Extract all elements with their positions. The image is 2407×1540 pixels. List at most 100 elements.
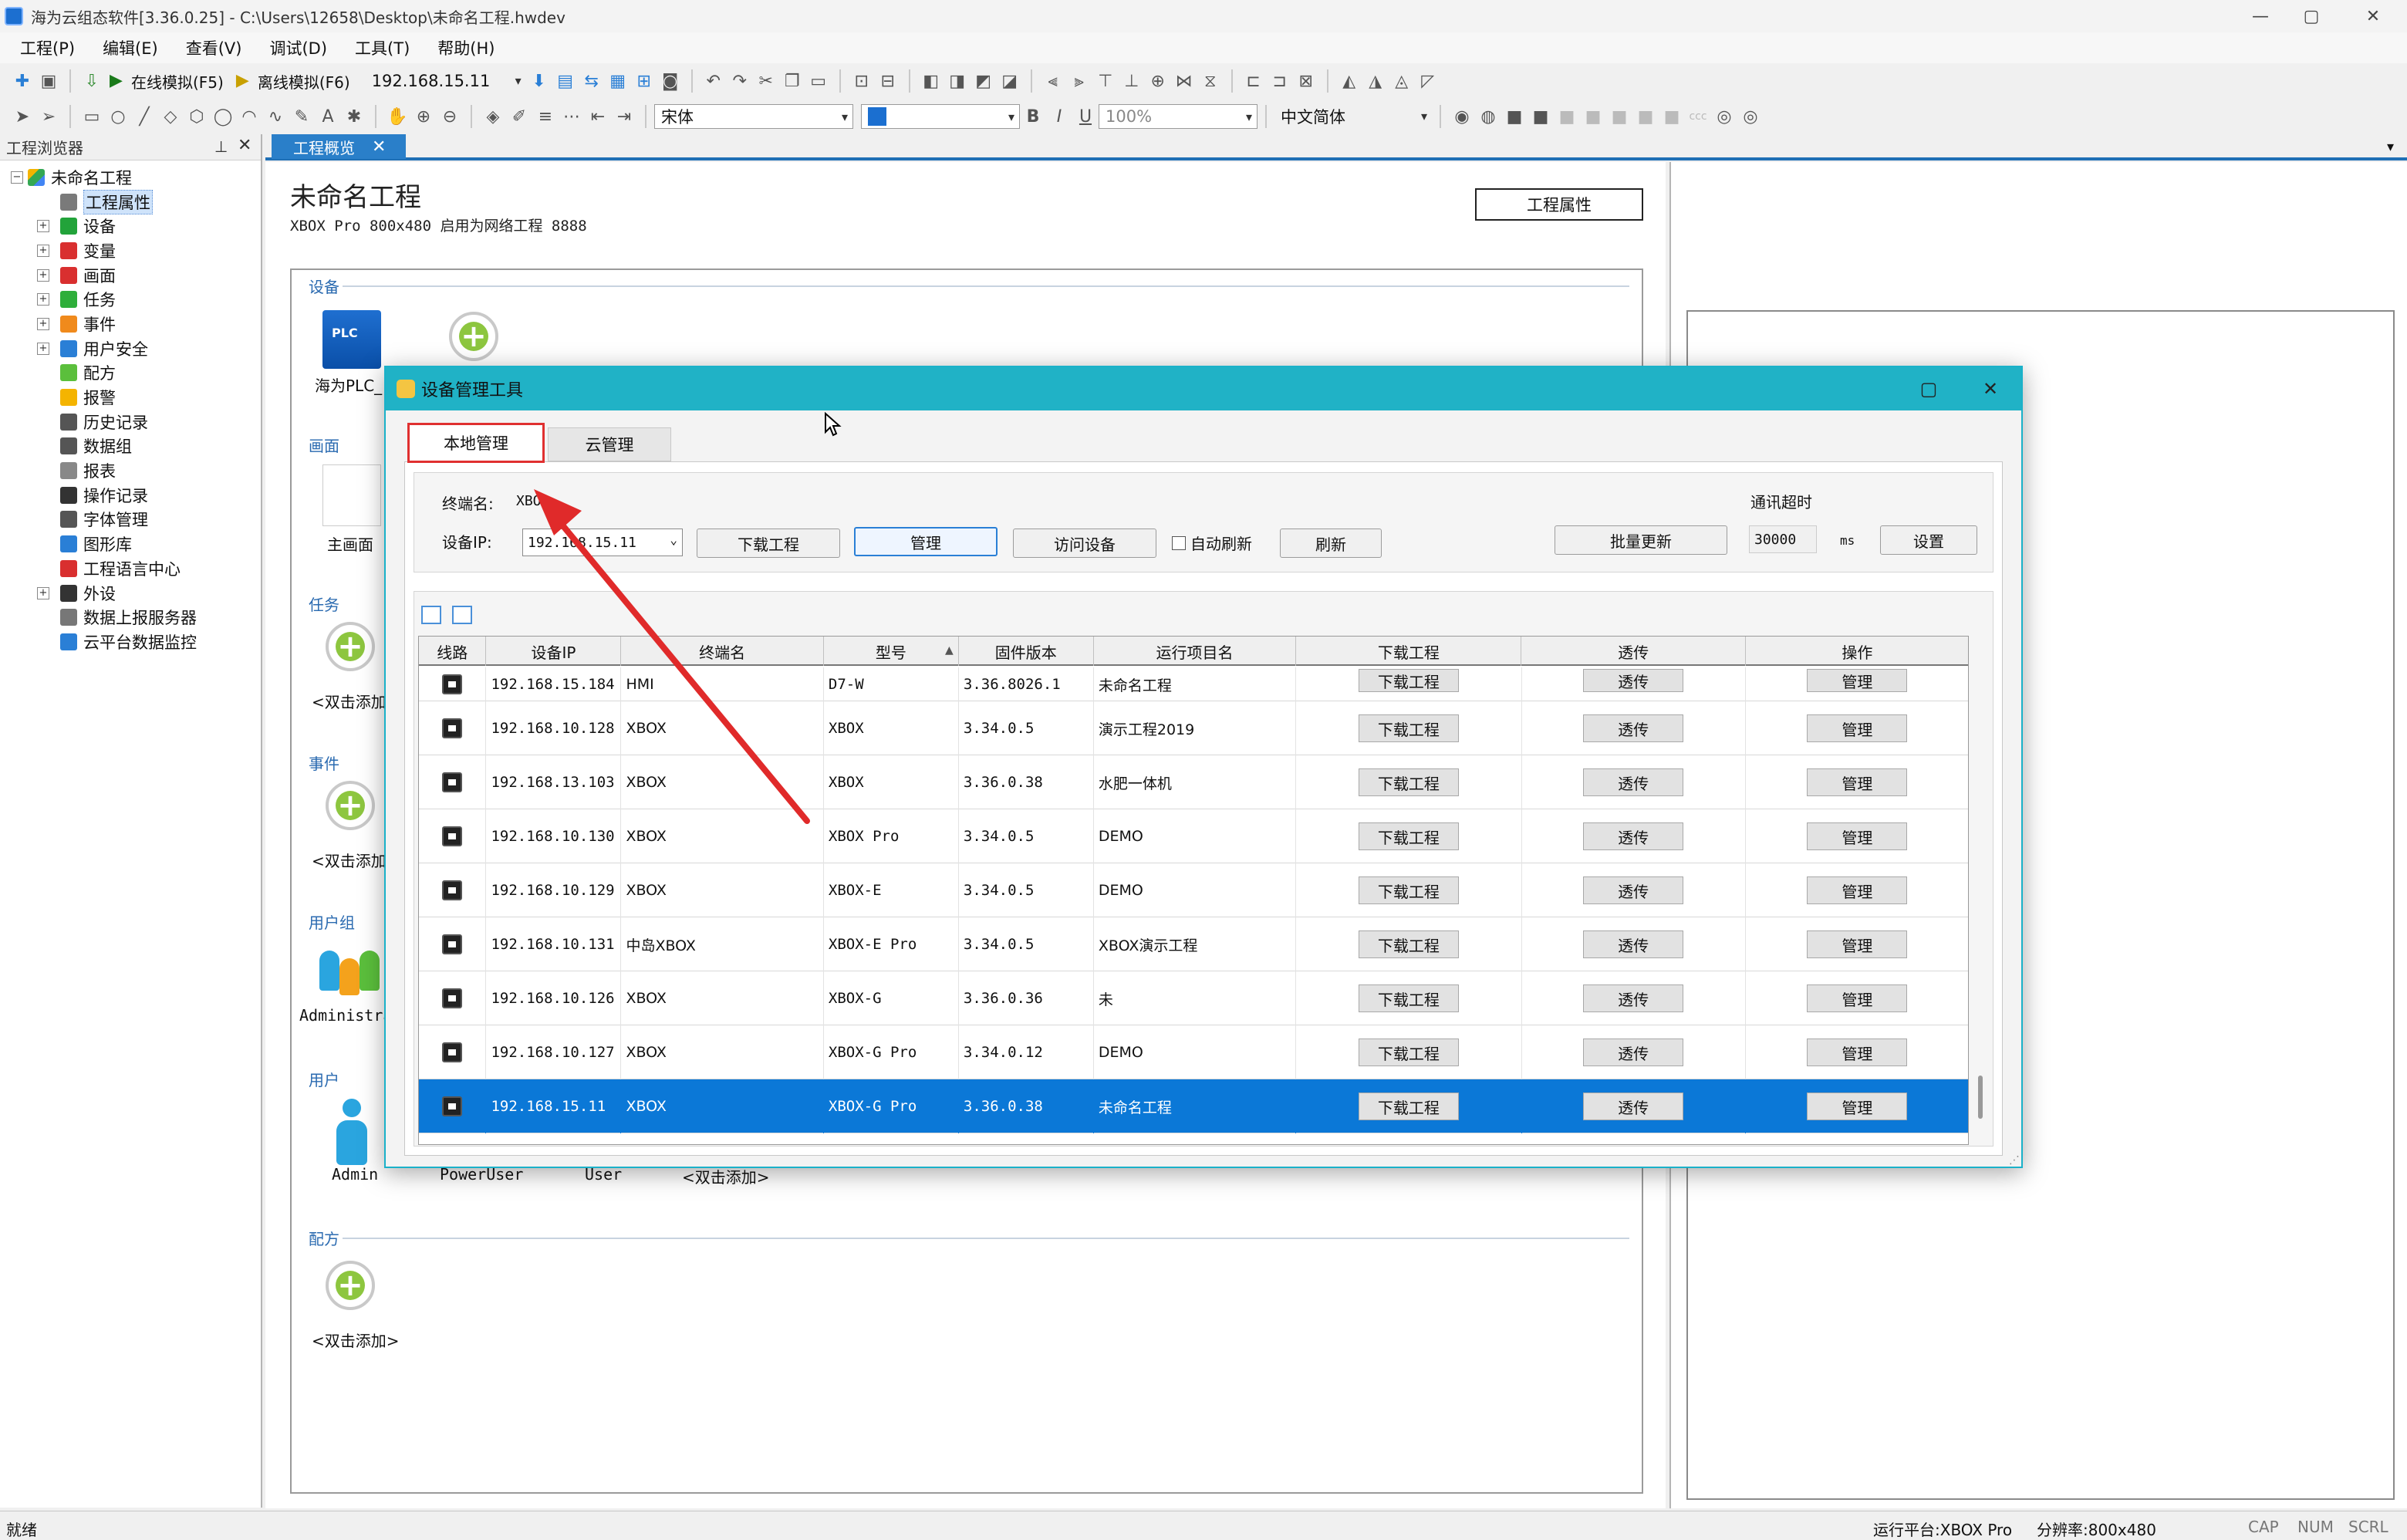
tree-item[interactable]: + 画面 [0, 263, 261, 288]
row-download-button[interactable]: 下载工程 [1358, 876, 1459, 904]
flip-v-icon[interactable]: ◮ [1362, 68, 1389, 94]
curve-icon[interactable]: ∿ [262, 103, 289, 130]
distribute-h-icon[interactable]: ⋈ [1171, 68, 1197, 94]
bring-front-icon[interactable]: ◧ [918, 68, 944, 94]
tree-item[interactable]: 图形库 [0, 532, 261, 556]
col-download[interactable]: 下载工程 [1296, 637, 1522, 666]
zoom-in-icon[interactable]: ⊕ [410, 103, 437, 130]
row-manage-button[interactable]: 管理 [1807, 669, 1908, 692]
polygon-icon[interactable]: ⬡ [184, 103, 210, 130]
row-manage-button[interactable]: 管理 [1807, 930, 1908, 958]
detail-view-icon[interactable] [452, 606, 472, 624]
transfer-icon[interactable]: ⇆ [579, 68, 605, 94]
collapse-icon[interactable]: − [11, 171, 23, 184]
device-ip-combo[interactable]: 192.168.15.11 ⌄ [522, 529, 683, 556]
star-icon[interactable]: ✱ [341, 103, 367, 130]
tab-local-management[interactable]: 本地管理 [407, 423, 545, 463]
tab-project-overview[interactable]: 工程概览 ✕ [272, 134, 406, 159]
plc-device-icon[interactable]: PLC [322, 310, 381, 369]
settings-button[interactable]: 设置 [1880, 525, 1977, 555]
row-passthrough-button[interactable]: 透传 [1583, 822, 1684, 850]
minimize-button[interactable]: — [2233, 0, 2288, 32]
row-download-button[interactable]: 下载工程 [1358, 768, 1459, 796]
tab-list-chevron-icon[interactable]: ▾ [2387, 139, 2394, 155]
line-style-icon[interactable]: ⋯ [559, 103, 585, 130]
row-manage-button[interactable]: 管理 [1807, 1093, 1908, 1120]
visit-device-button[interactable]: 访问设备 [1013, 529, 1156, 558]
italic-icon[interactable]: I [1046, 103, 1072, 130]
tree-root[interactable]: − 未命名工程 [0, 165, 261, 190]
record-icon[interactable]: ◙ [657, 68, 684, 94]
select-arrow-icon[interactable]: ➤ [9, 103, 35, 130]
send-backward-icon[interactable]: ◪ [997, 68, 1023, 94]
tree-item[interactable]: 操作记录 [0, 483, 261, 508]
rotate-right-icon[interactable]: ◸ [1415, 68, 1441, 94]
dialog-close-button[interactable]: ✕ [1975, 373, 2006, 404]
screen-thumbnail[interactable] [322, 464, 381, 526]
col-line[interactable]: 线路 [419, 637, 487, 666]
upload-device-icon[interactable]: ▤ [552, 68, 579, 94]
ip-combo[interactable]: 192.168.15.11 ▾ [366, 69, 526, 93]
text-icon[interactable]: A [315, 103, 341, 130]
align-left-icon[interactable]: ⫷ [1040, 68, 1066, 94]
cut-icon[interactable]: ✂ [753, 68, 779, 94]
record-button-icon[interactable]: ◉ [1449, 103, 1475, 130]
col-project-name[interactable]: 运行项目名 [1094, 637, 1297, 666]
expand-icon[interactable]: + [37, 220, 49, 233]
font-family-combo[interactable]: 宋体 ▾ [654, 104, 853, 129]
row-passthrough-button[interactable]: 透传 [1583, 768, 1684, 796]
gray-square-2-icon[interactable]: ■ [1528, 103, 1554, 130]
offline-sim-button[interactable]: ▶ 离线模拟(F6) [231, 68, 355, 94]
gray-square-6-icon[interactable]: ■ [1632, 103, 1659, 130]
align-center-icon[interactable]: ⊕ [1145, 68, 1171, 94]
add-event-icon[interactable] [326, 781, 375, 830]
tree-item[interactable]: 报表 [0, 458, 261, 483]
gray-square-7-icon[interactable]: ■ [1659, 103, 1685, 130]
dialog-maximize-button[interactable]: ▢ [1913, 373, 1944, 404]
scrollbar-thumb[interactable] [1978, 1076, 1983, 1119]
maximize-button[interactable]: ▢ [2284, 0, 2339, 32]
menu-debug[interactable]: 调试(D) [269, 36, 327, 59]
expand-icon[interactable]: + [37, 317, 49, 330]
gray-square-icon[interactable]: ■ [1501, 103, 1528, 130]
align-top-icon[interactable]: ⊤ [1092, 68, 1119, 94]
expand-icon[interactable]: + [37, 342, 49, 355]
tree-item[interactable]: 数据上报服务器 [0, 605, 261, 630]
table-row[interactable]: 192.168.13.103 XBOX XBOX 3.36.0.38 水肥一体机 下载工程… [419, 755, 1968, 809]
underline-icon[interactable]: U [1072, 103, 1099, 130]
arrow-end-icon[interactable]: ⇥ [611, 103, 637, 130]
same-size-icon[interactable]: ⊠ [1293, 68, 1319, 94]
color-combo[interactable]: ▾ [861, 104, 1020, 129]
user-group-icon[interactable] [319, 943, 381, 997]
align-bottom-icon[interactable]: ⊥ [1119, 68, 1145, 94]
download-icon[interactable]: ⇩ [79, 68, 105, 94]
row-download-button[interactable]: 下载工程 [1358, 984, 1459, 1012]
add-recipe-icon[interactable] [326, 1261, 375, 1310]
expand-icon[interactable]: + [37, 586, 49, 599]
row-manage-button[interactable]: 管理 [1807, 714, 1908, 742]
row-manage-button[interactable]: 管理 [1807, 1038, 1908, 1066]
row-passthrough-button[interactable]: 透传 [1583, 876, 1684, 904]
redo-icon[interactable]: ↷ [727, 68, 753, 94]
admin-user-icon[interactable] [336, 1099, 367, 1168]
copy-icon[interactable]: ❐ [779, 68, 805, 94]
select-node-icon[interactable]: ➢ [35, 103, 62, 130]
line-color-icon[interactable]: ✐ [506, 103, 532, 130]
row-download-button[interactable]: 下载工程 [1358, 930, 1459, 958]
diamond-icon[interactable]: ◇ [157, 103, 184, 130]
tree-item[interactable]: 报警 [0, 385, 261, 410]
tree-item[interactable]: + 变量 [0, 238, 261, 263]
table-row[interactable]: 192.168.10.130 XBOX XBOX Pro 3.34.0.5 DEMO 下载… [419, 809, 1968, 863]
same-height-icon[interactable]: ⊐ [1267, 68, 1293, 94]
add-task-icon[interactable] [326, 622, 375, 671]
rectangle-icon[interactable]: ▭ [79, 103, 105, 130]
gray-square-3-icon[interactable]: ■ [1554, 103, 1580, 130]
menu-tools[interactable]: 工具(T) [355, 36, 410, 59]
tab-close-icon[interactable]: ✕ [372, 137, 386, 157]
panel-close-icon[interactable]: ✕ [238, 136, 252, 155]
paste-icon[interactable]: ▭ [805, 68, 832, 94]
expand-icon[interactable]: + [37, 293, 49, 306]
row-manage-button[interactable]: 管理 [1807, 768, 1908, 796]
expand-icon[interactable]: + [37, 268, 49, 282]
ungroup-icon[interactable]: ⊟ [875, 68, 901, 94]
